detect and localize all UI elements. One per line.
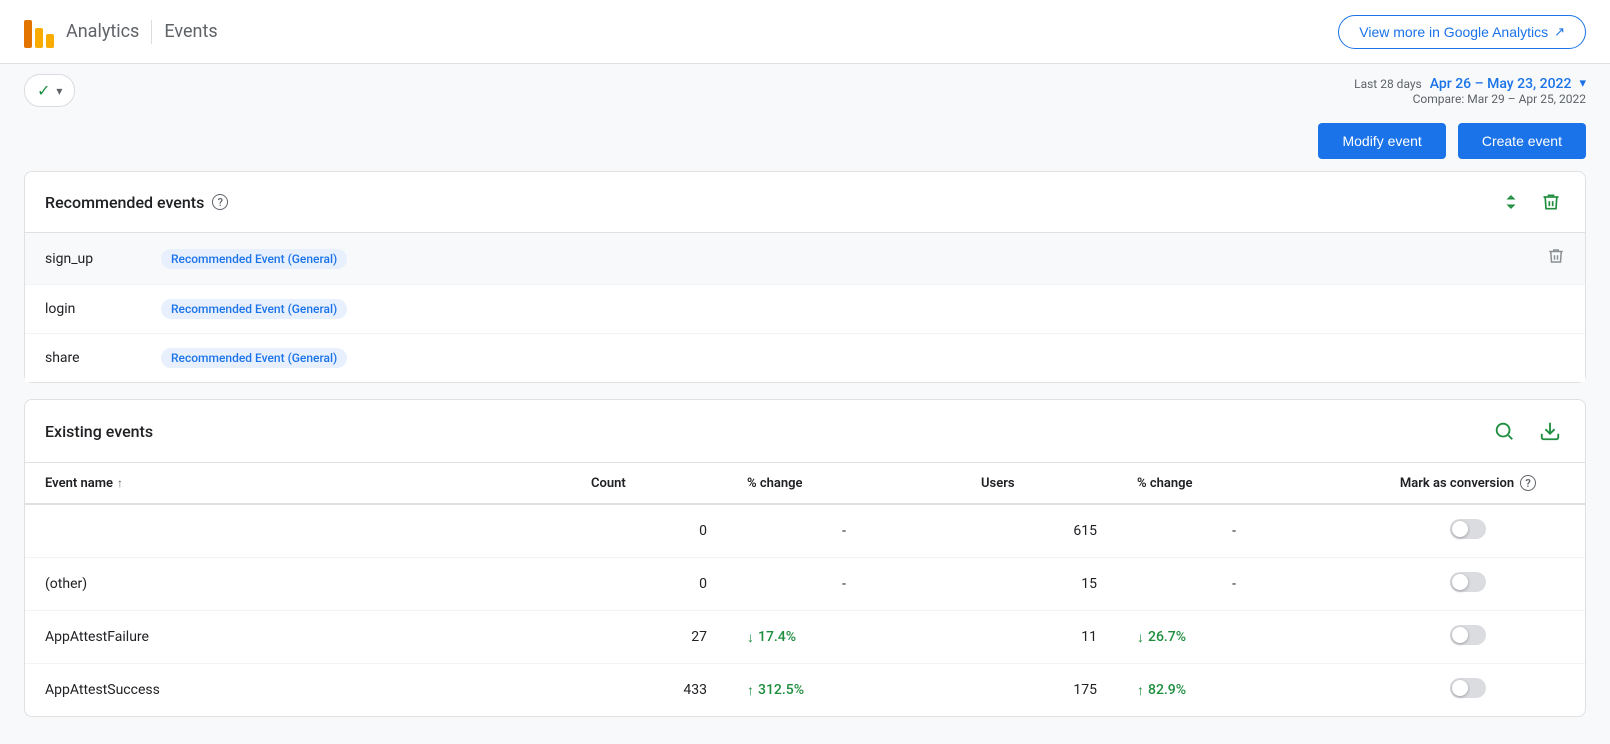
row-delete-icon-signup[interactable] bbox=[1547, 247, 1565, 270]
app-header: Analytics Events View more in Google Ana… bbox=[0, 0, 1610, 64]
td-users-change: - bbox=[1117, 558, 1351, 611]
td-event-name bbox=[25, 504, 571, 558]
td-conversion bbox=[1351, 611, 1585, 664]
delete-section-button[interactable] bbox=[1537, 188, 1565, 216]
td-users-change: - bbox=[1117, 504, 1351, 558]
last28-label: Last 28 days bbox=[1354, 77, 1422, 91]
table-row: 0 - 615 - bbox=[25, 504, 1585, 558]
td-count-change: - bbox=[727, 558, 961, 611]
th-users-change: % change bbox=[1117, 463, 1351, 504]
event-tag-login[interactable]: Recommended Event (General) bbox=[161, 299, 347, 319]
recommended-section-title: Recommended events ? bbox=[45, 193, 228, 212]
view-more-label: View more in Google Analytics bbox=[1359, 24, 1548, 40]
conversion-help-icon[interactable]: ? bbox=[1520, 475, 1536, 491]
analytics-logo bbox=[24, 16, 54, 48]
event-name-login: login bbox=[45, 301, 145, 317]
events-table: Event name ↑ Count % change Users % c bbox=[25, 463, 1585, 716]
th-conversion: Mark as conversion ? bbox=[1351, 463, 1585, 504]
table-row: AppAttestSuccess 433 ↑ 312.5% 175 ↑ 82.9… bbox=[25, 664, 1585, 717]
external-link-icon: ↗ bbox=[1554, 24, 1565, 40]
chevron-down-icon: ▾ bbox=[56, 84, 62, 98]
header-divider bbox=[151, 20, 152, 44]
event-tag-signup[interactable]: Recommended Event (General) bbox=[161, 249, 347, 269]
compare-label: Compare: Mar 29 – Apr 25, 2022 bbox=[1413, 92, 1586, 106]
td-users-change: ↓ 26.7% bbox=[1117, 611, 1351, 664]
existing-events-section: Existing events bbox=[24, 399, 1586, 717]
event-name-share: share bbox=[45, 350, 145, 366]
recommended-event-row: share Recommended Event (General) bbox=[25, 334, 1585, 382]
td-count: 0 bbox=[571, 558, 727, 611]
arrow-up-icon: ↑ bbox=[747, 682, 754, 699]
recommended-section-header: Recommended events ? bbox=[25, 172, 1585, 233]
recommended-section-actions bbox=[1497, 188, 1565, 216]
conversion-toggle[interactable] bbox=[1450, 519, 1486, 539]
td-event-name: AppAttestFailure bbox=[25, 611, 571, 664]
main-content: Modify event Create event Recommended ev… bbox=[0, 107, 1610, 741]
td-users: 175 bbox=[961, 664, 1117, 717]
filter-checkmark-icon: ✓ bbox=[37, 81, 50, 100]
td-count-change: ↑ 312.5% bbox=[727, 664, 961, 717]
view-more-button[interactable]: View more in Google Analytics ↗ bbox=[1338, 15, 1586, 49]
sort-arrow-icon: ↑ bbox=[117, 476, 123, 490]
th-event-name[interactable]: Event name ↑ bbox=[25, 463, 571, 504]
conversion-toggle[interactable] bbox=[1450, 572, 1486, 592]
table-row: (other) 0 - 15 - bbox=[25, 558, 1585, 611]
td-count-change: - bbox=[727, 504, 961, 558]
th-count: Count bbox=[571, 463, 727, 504]
td-users-change: ↑ 82.9% bbox=[1117, 664, 1351, 717]
td-count-change: ↓ 17.4% bbox=[727, 611, 961, 664]
reorder-button[interactable] bbox=[1497, 188, 1525, 216]
td-count: 433 bbox=[571, 664, 727, 717]
th-count-change: % change bbox=[727, 463, 961, 504]
td-conversion bbox=[1351, 558, 1585, 611]
modify-event-button[interactable]: Modify event bbox=[1318, 123, 1445, 159]
conversion-toggle[interactable] bbox=[1450, 678, 1486, 698]
download-events-button[interactable] bbox=[1535, 416, 1565, 446]
td-event-name: (other) bbox=[25, 558, 571, 611]
header-left: Analytics Events bbox=[24, 16, 218, 48]
td-users: 11 bbox=[961, 611, 1117, 664]
th-users: Users bbox=[961, 463, 1117, 504]
conversion-toggle[interactable] bbox=[1450, 625, 1486, 645]
action-buttons-row: Modify event Create event bbox=[24, 107, 1586, 171]
arrow-down-icon: ↓ bbox=[747, 629, 754, 646]
date-chevron-icon[interactable]: ▾ bbox=[1579, 76, 1586, 91]
existing-title-text: Existing events bbox=[45, 422, 153, 441]
td-conversion bbox=[1351, 504, 1585, 558]
td-users: 615 bbox=[961, 504, 1117, 558]
analytics-label: Analytics bbox=[66, 21, 139, 42]
table-row: AppAttestFailure 27 ↓ 17.4% 11 ↓ 26.7% bbox=[25, 611, 1585, 664]
td-count: 27 bbox=[571, 611, 727, 664]
table-header-row: Event name ↑ Count % change Users % c bbox=[25, 463, 1585, 504]
date-range-section: Last 28 days Apr 26 – May 23, 2022 ▾ Com… bbox=[1354, 76, 1586, 106]
recommended-event-row: login Recommended Event (General) bbox=[25, 285, 1585, 334]
td-users: 15 bbox=[961, 558, 1117, 611]
existing-section-header: Existing events bbox=[25, 400, 1585, 463]
event-name-signup: sign_up bbox=[45, 251, 145, 267]
existing-section-actions bbox=[1489, 416, 1565, 446]
page-title: Events bbox=[164, 21, 217, 42]
date-range-text[interactable]: Apr 26 – May 23, 2022 bbox=[1430, 76, 1572, 92]
recommended-title-text: Recommended events bbox=[45, 193, 204, 212]
create-event-button[interactable]: Create event bbox=[1458, 123, 1586, 159]
recommended-event-row: sign_up Recommended Event (General) bbox=[25, 233, 1585, 285]
td-event-name: AppAttestSuccess bbox=[25, 664, 571, 717]
td-conversion bbox=[1351, 664, 1585, 717]
recommended-events-section: Recommended events ? sign_up Recommen bbox=[24, 171, 1586, 383]
recommended-help-icon[interactable]: ? bbox=[212, 194, 228, 210]
filter-chip[interactable]: ✓ ▾ bbox=[24, 74, 75, 107]
search-events-button[interactable] bbox=[1489, 416, 1519, 446]
event-tag-share[interactable]: Recommended Event (General) bbox=[161, 348, 347, 368]
arrow-up-icon: ↑ bbox=[1137, 682, 1144, 699]
td-count: 0 bbox=[571, 504, 727, 558]
arrow-down-icon: ↓ bbox=[1137, 629, 1144, 646]
